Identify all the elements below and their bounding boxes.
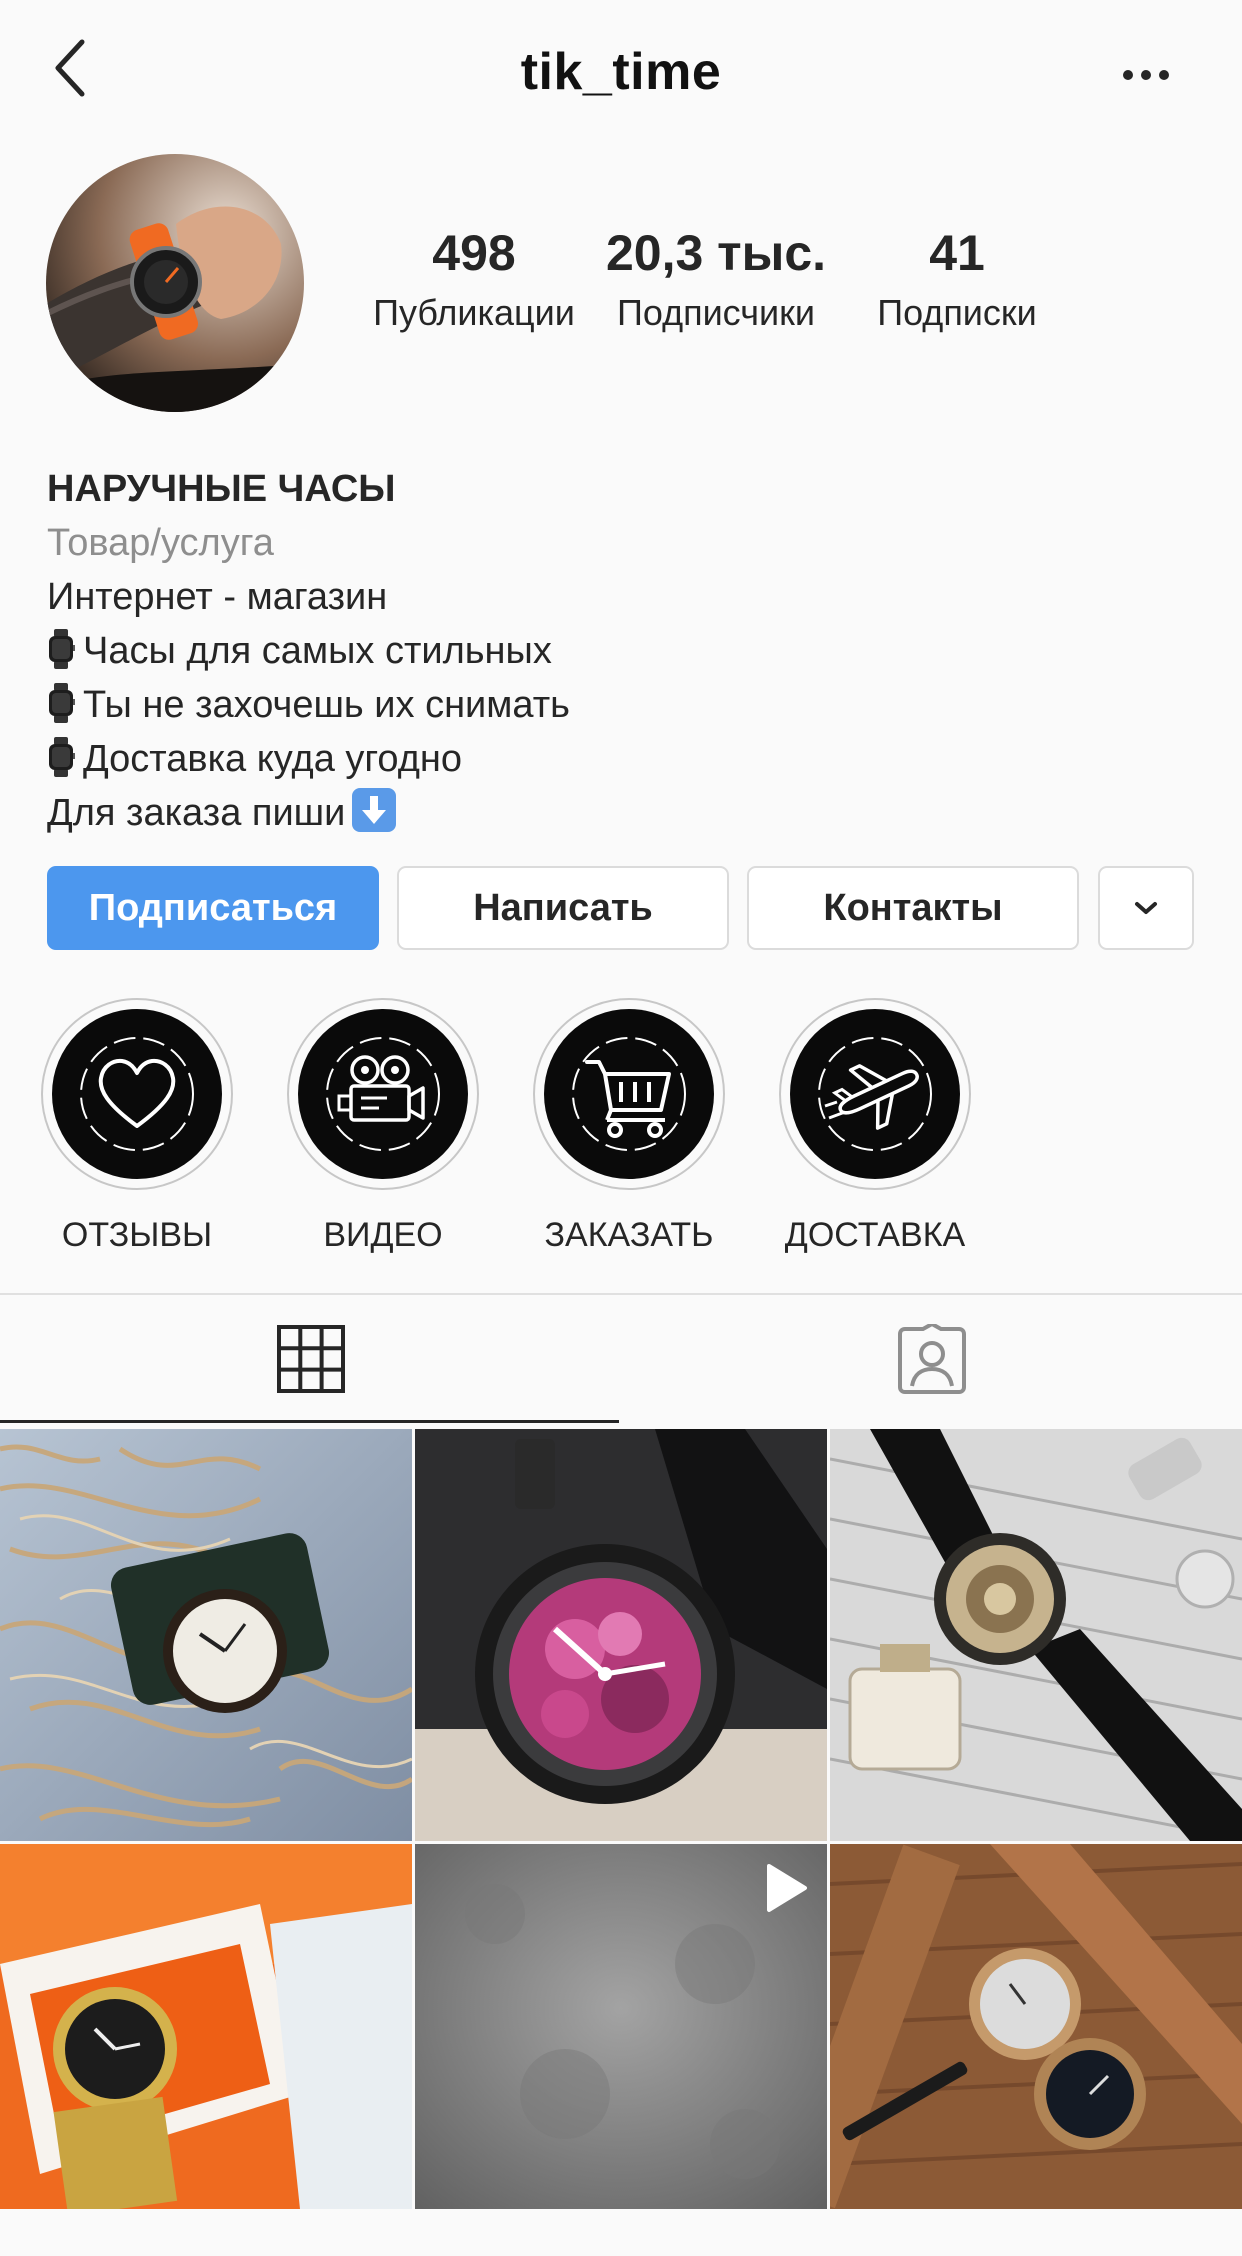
following-count[interactable]: 41 Подписки (846, 228, 1068, 334)
more-options-button[interactable] (1110, 50, 1190, 100)
highlight-delivery[interactable]: ДОСТАВКА (775, 998, 975, 1255)
bio-line: Для заказа пиши (47, 792, 346, 834)
bio-line-order: Для заказа пиши (47, 786, 1197, 840)
post-thumbnail[interactable] (830, 1844, 1242, 2256)
posts-count[interactable]: 498 Публикации (364, 228, 584, 334)
highlight-ring (779, 998, 971, 1190)
bio-line-watch-3: Доставка куда угодно (47, 732, 1197, 786)
tab-grid[interactable] (0, 1295, 621, 1423)
play-icon (767, 1864, 807, 1912)
following-count-label: Подписки (877, 292, 1037, 333)
posts-count-value: 498 (432, 225, 516, 281)
profile-username: tik_time (520, 43, 722, 101)
video-camera-icon (326, 1037, 440, 1151)
profile-bio: НАРУЧНЫЕ ЧАСЫ Товар/услуга Интернет - ма… (47, 462, 1197, 840)
post-thumbnail[interactable] (0, 1844, 412, 2256)
followers-count-value: 20,3 тыс. (605, 225, 827, 281)
shopping-cart-icon (572, 1037, 686, 1151)
highlight-ring (41, 998, 233, 1190)
message-button[interactable]: Написать (397, 866, 729, 950)
watch-icon (49, 737, 75, 777)
post-thumbnail[interactable] (0, 1429, 412, 1841)
highlight-reviews[interactable]: ОТЗЫВЫ (37, 998, 237, 1255)
bio-line: Интернет - магазин (47, 576, 388, 618)
chevron-down-icon (1135, 902, 1157, 914)
profile-avatar[interactable] (46, 154, 304, 412)
grid-icon (276, 1325, 345, 1393)
highlight-label: ДОСТАВКА (784, 1216, 966, 1254)
followers-count[interactable]: 20,3 тыс. Подписчики (600, 228, 832, 334)
bio-line: Ты не захочешь их снимать (83, 684, 570, 726)
profile-display-name: НАРУЧНЫЕ ЧАСЫ (47, 468, 396, 510)
highlight-order[interactable]: ЗАКАЗАТЬ (529, 998, 729, 1255)
tagged-user-icon (897, 1324, 966, 1394)
bio-line: Часы для самых стильных (83, 630, 552, 672)
follow-button[interactable]: Подписаться (47, 866, 379, 950)
highlight-ring (533, 998, 725, 1190)
tab-tagged[interactable] (621, 1295, 1242, 1423)
followers-count-label: Подписчики (616, 292, 816, 333)
highlight-label: ЗАКАЗАТЬ (544, 1216, 714, 1254)
bio-line-watch-2: Ты не захочешь их снимать (47, 678, 1197, 732)
post-thumbnail-video[interactable] (415, 1844, 827, 2256)
watch-icon (49, 683, 75, 723)
contacts-button[interactable]: Контакты (747, 866, 1079, 950)
highlight-label: ВИДЕО (323, 1216, 443, 1254)
tab-active-indicator (0, 1420, 619, 1423)
highlight-label: ОТЗЫВЫ (61, 1216, 213, 1254)
bio-line: Доставка куда угодно (83, 738, 463, 780)
bio-line-watch-1: Часы для самых стильных (47, 624, 1197, 678)
down-arrow-icon (352, 788, 397, 832)
watch-icon (49, 629, 75, 669)
airplane-icon (818, 1037, 932, 1151)
following-count-value: 41 (929, 225, 985, 281)
heart-icon (80, 1037, 194, 1151)
posts-count-label: Публикации (373, 292, 575, 333)
profile-category: Товар/услуга (47, 522, 274, 564)
suggested-accounts-button[interactable] (1098, 866, 1194, 950)
post-thumbnail[interactable] (415, 1429, 827, 1841)
highlight-ring (287, 998, 479, 1190)
more-horizontal-icon (1123, 70, 1169, 80)
highlight-video[interactable]: ВИДЕО (283, 998, 483, 1255)
post-thumbnail[interactable] (830, 1429, 1242, 1841)
